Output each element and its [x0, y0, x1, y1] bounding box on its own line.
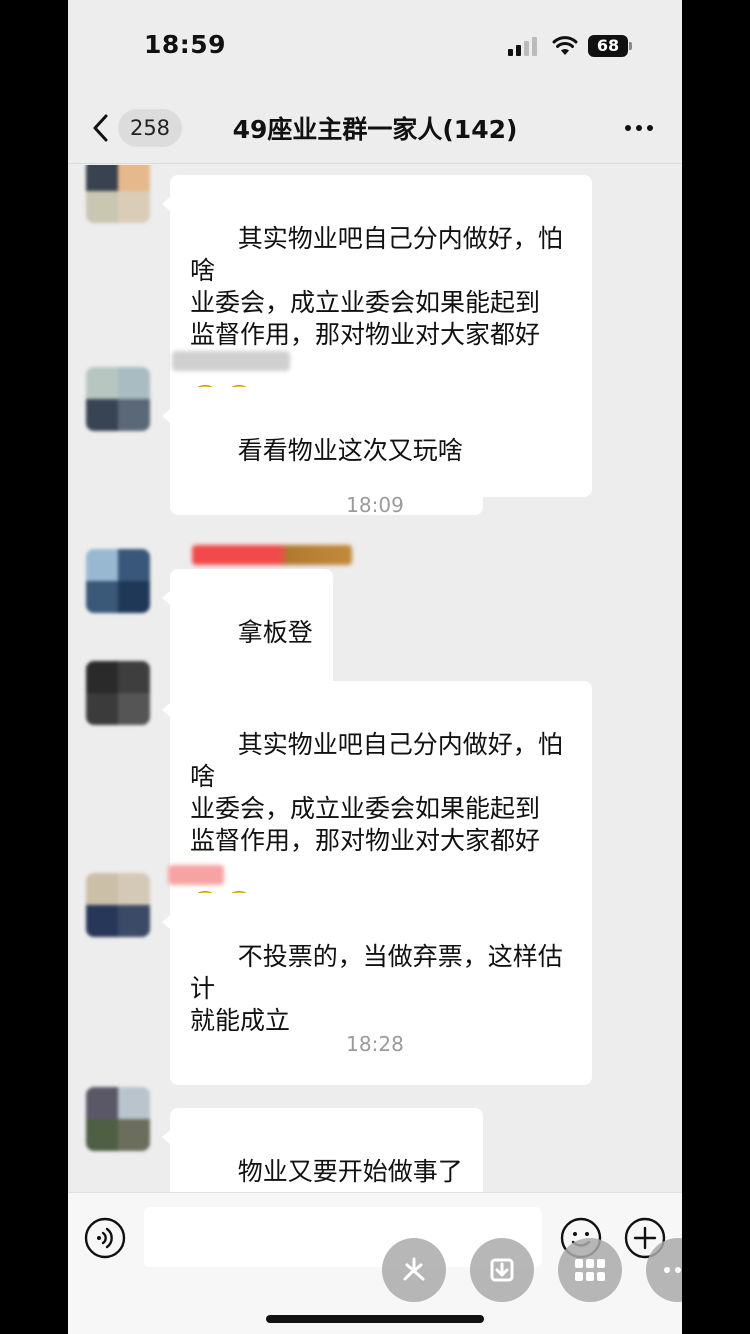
- message-text: 物业又要开始做事了: [237, 1157, 463, 1186]
- wifi-icon: [552, 36, 578, 55]
- sender-name: [172, 351, 290, 371]
- message-text: 不投票的，当做弃票，这样估计 就能成立: [190, 942, 563, 1035]
- avatar[interactable]: [86, 367, 150, 431]
- pinwheel-icon[interactable]: [382, 1238, 446, 1302]
- message-bubble[interactable]: 物业又要开始做事了: [162, 1108, 483, 1192]
- chat-header: 49座业主群一家人(142) 258: [68, 92, 682, 164]
- message-list[interactable]: 其实物业吧自己分内做好，怕啥 业委会，成立业委会如果能起到 监督作用，那对物业对…: [68, 165, 682, 1192]
- timestamp: 18:09: [346, 493, 404, 517]
- signal-icon: [508, 36, 540, 56]
- ellipsis-icon[interactable]: [624, 124, 654, 132]
- unread-count-badge[interactable]: 258: [118, 109, 182, 147]
- message-text: 看看物业这次又玩啥: [237, 436, 463, 465]
- grid-icon[interactable]: [558, 1238, 622, 1302]
- message-bubble[interactable]: 拿板登: [162, 569, 333, 697]
- phone-screen: 18:59 68 49座业主群一家人(142) 258 其实物业吧自己分内做好，…: [68, 0, 682, 1334]
- status-bar: 18:59 68: [68, 0, 682, 92]
- chevron-left-icon[interactable]: [90, 112, 112, 144]
- avatar[interactable]: [86, 549, 150, 613]
- voice-icon[interactable]: [84, 1217, 126, 1259]
- sender-name: [192, 545, 352, 565]
- sender-name: [168, 865, 224, 885]
- avatar[interactable]: [86, 1087, 150, 1151]
- avatar[interactable]: [86, 873, 150, 937]
- battery-icon: 68: [588, 35, 632, 57]
- avatar[interactable]: [86, 661, 150, 725]
- message-text: 拿板登: [237, 618, 313, 647]
- message-bubble[interactable]: 不投票的，当做弃票，这样估计 就能成立: [162, 893, 592, 1085]
- message-text: 其实物业吧自己分内做好，怕啥 业委会，成立业委会如果能起到 监督作用，那对物业对…: [190, 224, 563, 349]
- timestamp: 18:28: [346, 1032, 404, 1056]
- avatar[interactable]: [86, 165, 150, 223]
- status-time: 18:59: [144, 30, 227, 59]
- home-indicator: [266, 1315, 484, 1323]
- download-icon[interactable]: [470, 1238, 534, 1302]
- battery-level: 68: [588, 35, 628, 57]
- message-text: 其实物业吧自己分内做好，怕啥 业委会，成立业委会如果能起到 监督作用，那对物业对…: [190, 730, 563, 855]
